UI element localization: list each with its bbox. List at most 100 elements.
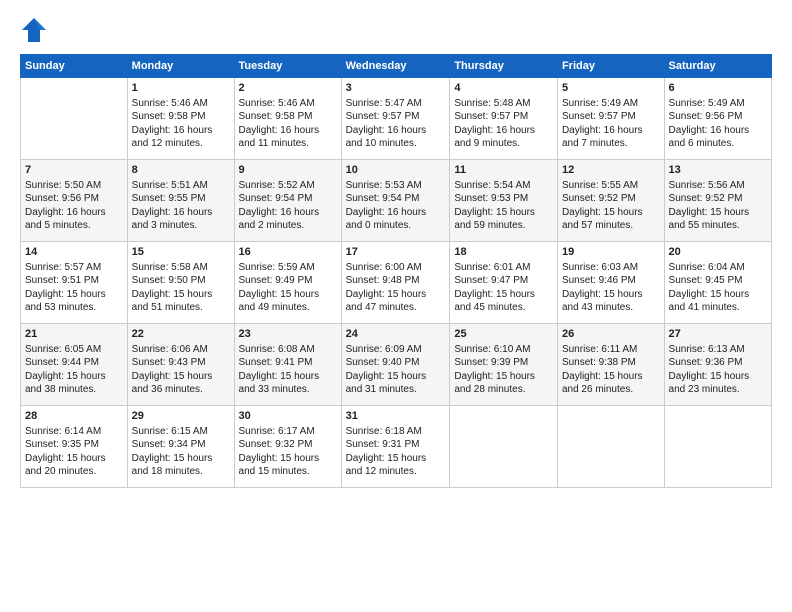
calendar-cell: 28Sunrise: 6:14 AMSunset: 9:35 PMDayligh… — [21, 406, 128, 488]
calendar-cell: 25Sunrise: 6:10 AMSunset: 9:39 PMDayligh… — [450, 324, 558, 406]
day-info-line: Sunset: 9:53 PM — [454, 192, 553, 206]
day-info-line: and 18 minutes. — [132, 465, 230, 479]
day-info-line: Sunrise: 6:08 AM — [239, 343, 337, 357]
day-info-line: Daylight: 15 hours — [25, 370, 123, 384]
day-info-line: Sunset: 9:56 PM — [25, 192, 123, 206]
day-info-line: Sunrise: 6:03 AM — [562, 261, 660, 275]
calendar-cell: 15Sunrise: 5:58 AMSunset: 9:50 PMDayligh… — [127, 242, 234, 324]
day-info-line: and 7 minutes. — [562, 137, 660, 151]
day-info-line: Sunset: 9:32 PM — [239, 438, 337, 452]
calendar-cell — [21, 78, 128, 160]
day-info-line: Daylight: 15 hours — [562, 370, 660, 384]
day-number: 7 — [25, 163, 123, 178]
logo — [20, 16, 52, 44]
day-info-line: Sunrise: 6:15 AM — [132, 425, 230, 439]
calendar-cell: 10Sunrise: 5:53 AMSunset: 9:54 PMDayligh… — [341, 160, 450, 242]
day-info-line: and 6 minutes. — [669, 137, 767, 151]
day-info-line: Sunrise: 5:46 AM — [132, 97, 230, 111]
day-info-line: Daylight: 16 hours — [346, 124, 446, 138]
day-info-line: and 0 minutes. — [346, 219, 446, 233]
day-info-line: and 55 minutes. — [669, 219, 767, 233]
day-info-line: Sunrise: 6:05 AM — [25, 343, 123, 357]
day-info-line: Sunset: 9:52 PM — [562, 192, 660, 206]
day-info-line: and 57 minutes. — [562, 219, 660, 233]
day-info-line: Daylight: 15 hours — [25, 452, 123, 466]
day-info-line: and 20 minutes. — [25, 465, 123, 479]
day-info-line: Sunrise: 6:04 AM — [669, 261, 767, 275]
day-info-line: and 10 minutes. — [346, 137, 446, 151]
day-number: 22 — [132, 327, 230, 342]
day-info-line: Daylight: 16 hours — [132, 206, 230, 220]
day-info-line: and 36 minutes. — [132, 383, 230, 397]
calendar-cell: 29Sunrise: 6:15 AMSunset: 9:34 PMDayligh… — [127, 406, 234, 488]
day-info-line: and 11 minutes. — [239, 137, 337, 151]
day-info-line: and 5 minutes. — [25, 219, 123, 233]
day-info-line: Sunset: 9:49 PM — [239, 274, 337, 288]
day-info-line: Sunrise: 6:00 AM — [346, 261, 446, 275]
day-info-line: Daylight: 16 hours — [669, 124, 767, 138]
day-info-line: Sunset: 9:58 PM — [132, 110, 230, 124]
col-header-friday: Friday — [557, 55, 664, 78]
day-info-line: and 49 minutes. — [239, 301, 337, 315]
week-row-5: 28Sunrise: 6:14 AMSunset: 9:35 PMDayligh… — [21, 406, 772, 488]
calendar-cell: 13Sunrise: 5:56 AMSunset: 9:52 PMDayligh… — [664, 160, 771, 242]
day-info-line: Sunrise: 5:55 AM — [562, 179, 660, 193]
day-info-line: Daylight: 15 hours — [346, 370, 446, 384]
day-info-line: Sunset: 9:46 PM — [562, 274, 660, 288]
col-header-monday: Monday — [127, 55, 234, 78]
page: SundayMondayTuesdayWednesdayThursdayFrid… — [0, 0, 792, 498]
day-info-line: and 53 minutes. — [25, 301, 123, 315]
day-number: 24 — [346, 327, 446, 342]
day-info-line: Sunrise: 6:18 AM — [346, 425, 446, 439]
day-info-line: Daylight: 16 hours — [562, 124, 660, 138]
day-info-line: Sunset: 9:31 PM — [346, 438, 446, 452]
day-number: 13 — [669, 163, 767, 178]
calendar-cell: 11Sunrise: 5:54 AMSunset: 9:53 PMDayligh… — [450, 160, 558, 242]
day-info-line: Sunset: 9:52 PM — [669, 192, 767, 206]
calendar-cell: 26Sunrise: 6:11 AMSunset: 9:38 PMDayligh… — [557, 324, 664, 406]
calendar-cell: 30Sunrise: 6:17 AMSunset: 9:32 PMDayligh… — [234, 406, 341, 488]
day-info-line: and 45 minutes. — [454, 301, 553, 315]
day-info-line: Daylight: 15 hours — [132, 370, 230, 384]
day-number: 29 — [132, 409, 230, 424]
day-info-line: Daylight: 15 hours — [454, 288, 553, 302]
calendar-cell: 4Sunrise: 5:48 AMSunset: 9:57 PMDaylight… — [450, 78, 558, 160]
day-number: 26 — [562, 327, 660, 342]
day-number: 11 — [454, 163, 553, 178]
day-number: 5 — [562, 81, 660, 96]
calendar-cell: 6Sunrise: 5:49 AMSunset: 9:56 PMDaylight… — [664, 78, 771, 160]
calendar-cell: 5Sunrise: 5:49 AMSunset: 9:57 PMDaylight… — [557, 78, 664, 160]
day-info-line: and 51 minutes. — [132, 301, 230, 315]
calendar-cell — [664, 406, 771, 488]
day-info-line: Sunrise: 5:50 AM — [25, 179, 123, 193]
day-number: 8 — [132, 163, 230, 178]
header-row: SundayMondayTuesdayWednesdayThursdayFrid… — [21, 55, 772, 78]
day-info-line: Daylight: 15 hours — [562, 206, 660, 220]
calendar-cell: 16Sunrise: 5:59 AMSunset: 9:49 PMDayligh… — [234, 242, 341, 324]
day-number: 21 — [25, 327, 123, 342]
day-info-line: Sunset: 9:47 PM — [454, 274, 553, 288]
day-info-line: Sunset: 9:57 PM — [454, 110, 553, 124]
day-info-line: Daylight: 16 hours — [454, 124, 553, 138]
day-number: 25 — [454, 327, 553, 342]
day-info-line: and 2 minutes. — [239, 219, 337, 233]
day-info-line: Sunset: 9:58 PM — [239, 110, 337, 124]
calendar-cell: 9Sunrise: 5:52 AMSunset: 9:54 PMDaylight… — [234, 160, 341, 242]
day-info-line: and 33 minutes. — [239, 383, 337, 397]
day-info-line: Daylight: 16 hours — [346, 206, 446, 220]
calendar-cell — [450, 406, 558, 488]
day-info-line: Sunset: 9:40 PM — [346, 356, 446, 370]
day-number: 16 — [239, 245, 337, 260]
day-info-line: Sunrise: 5:57 AM — [25, 261, 123, 275]
day-info-line: Sunrise: 5:48 AM — [454, 97, 553, 111]
calendar-cell: 1Sunrise: 5:46 AMSunset: 9:58 PMDaylight… — [127, 78, 234, 160]
day-info-line: Daylight: 15 hours — [454, 370, 553, 384]
calendar-cell: 20Sunrise: 6:04 AMSunset: 9:45 PMDayligh… — [664, 242, 771, 324]
day-info-line: Sunset: 9:38 PM — [562, 356, 660, 370]
day-number: 28 — [25, 409, 123, 424]
day-info-line: Sunset: 9:43 PM — [132, 356, 230, 370]
day-number: 27 — [669, 327, 767, 342]
day-info-line: Daylight: 15 hours — [562, 288, 660, 302]
day-info-line: Sunset: 9:41 PM — [239, 356, 337, 370]
day-info-line: Daylight: 15 hours — [25, 288, 123, 302]
